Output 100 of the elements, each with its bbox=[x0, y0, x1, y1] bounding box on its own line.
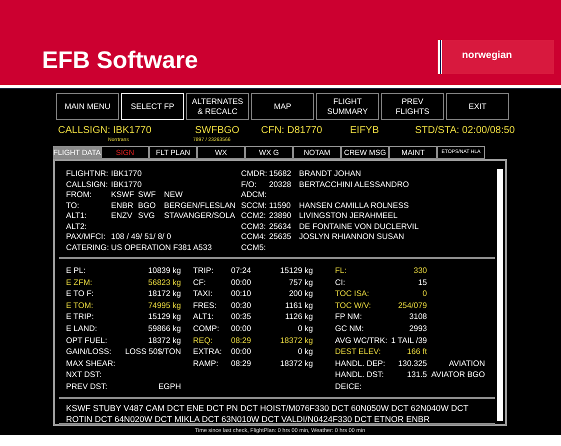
menu-button[interactable]: FLIGHT SUMMARY bbox=[316, 93, 379, 120]
fuel-time: 00:00 bbox=[231, 322, 249, 335]
crew-number: 11590 bbox=[269, 200, 292, 211]
menu-button[interactable]: MAP bbox=[251, 93, 314, 120]
field-label: ALT1: bbox=[66, 211, 88, 222]
field-label: FLIGHTNR: bbox=[66, 169, 110, 180]
field-label: MAX SHEAR: bbox=[66, 358, 116, 370]
logo-text: norwegian bbox=[462, 48, 512, 62]
crew-name: BRANDT JOHAN bbox=[299, 169, 362, 180]
field-value: 131.5 bbox=[406, 369, 427, 381]
field-value: 2993 bbox=[408, 322, 427, 335]
field-value: 130.325 bbox=[397, 358, 427, 370]
crew-role: CCM3: bbox=[241, 222, 267, 232]
crew-name: DE FONTAINE VON DUCLERVIL bbox=[299, 222, 419, 232]
callsign-label: CALLSIGN: IBK1770 bbox=[58, 125, 152, 136]
field-value: US OPERATION F381 A533 bbox=[111, 242, 212, 253]
crew-number: 23890 bbox=[269, 211, 292, 222]
fuel-time: 00:00 bbox=[231, 276, 249, 288]
field-value: LOSS 50$/TON bbox=[124, 346, 181, 358]
field-label: DEST ELEV: bbox=[335, 346, 382, 358]
crew-role: CCM2: bbox=[241, 211, 267, 222]
fuel-time: 00:00 bbox=[231, 346, 249, 358]
crew-number: 15682 bbox=[269, 169, 292, 180]
fuel-time: 00:10 bbox=[231, 288, 249, 300]
field-label: COMP: bbox=[193, 322, 220, 335]
fuel-time: 08:29 bbox=[231, 334, 249, 346]
field-label: CI: bbox=[335, 276, 346, 288]
field-value: 18172 kg bbox=[147, 288, 181, 300]
field-label: CATERING: bbox=[66, 242, 110, 253]
field-value: BGO bbox=[138, 200, 157, 211]
crew-name: BERTACCHINI ALESSANDRO bbox=[299, 180, 409, 190]
field-label: TAXI: bbox=[193, 288, 214, 300]
field-label: NXT DST: bbox=[66, 369, 102, 381]
crew-role: CCM5: bbox=[241, 242, 267, 253]
field-label: GAIN/LOSS: bbox=[66, 346, 112, 358]
field-label: EXTRA: bbox=[193, 346, 223, 358]
field-value: 15 bbox=[417, 276, 427, 288]
field-value: ENZV bbox=[111, 211, 134, 222]
field-value: STAVANGER/SOLA bbox=[164, 211, 236, 222]
field-label: TOC W/V: bbox=[335, 300, 372, 312]
crew-name: JOSLYN RHIANNON SUSAN bbox=[299, 232, 404, 242]
field-value: KSWF bbox=[111, 190, 136, 200]
scrollbar[interactable] bbox=[497, 169, 503, 421]
field-label: REQ: bbox=[193, 334, 214, 346]
route-code: SWFBGO bbox=[195, 125, 240, 136]
slide-title: EFB Software bbox=[42, 46, 198, 76]
cfn-label: CFN: D81770 bbox=[261, 125, 322, 136]
crew-role: ADCM: bbox=[241, 190, 268, 200]
crew-number: 25635 bbox=[269, 232, 292, 242]
schedule-label: STD/STA: 02:00/08:50 bbox=[415, 125, 515, 136]
menu-button[interactable]: SELECT FP bbox=[121, 93, 184, 120]
field-value: 18372 kg bbox=[147, 334, 181, 346]
field-value: BERGEN/FLESLAN bbox=[164, 200, 236, 211]
field-value: EGPH bbox=[157, 380, 181, 393]
fuel-time: 00:30 bbox=[231, 300, 249, 312]
field-value: ENBR bbox=[111, 200, 134, 211]
crew-number: 25634 bbox=[269, 222, 292, 232]
field-label: TOC ISA: bbox=[335, 288, 370, 300]
field-value: 3108 bbox=[408, 311, 427, 323]
field-label: E TOM: bbox=[66, 300, 94, 312]
field-label: OPT FUEL: bbox=[66, 334, 108, 346]
registration-label: EIFYB bbox=[350, 125, 379, 136]
crew-number: 20328 bbox=[269, 180, 292, 190]
fuel-time: 08:29 bbox=[231, 358, 249, 370]
field-value: 108 / 49/ 51/ 8/ 0 bbox=[111, 232, 172, 242]
field-value: 330 bbox=[412, 265, 427, 277]
field-value: 59866 kg bbox=[147, 322, 181, 335]
field-label: E ZFM: bbox=[66, 276, 94, 288]
field-value: 74995 kg bbox=[147, 300, 181, 312]
field-label: TO: bbox=[66, 200, 80, 211]
field-value: 254/079 bbox=[397, 300, 427, 312]
crew-name: LIVINGSTON JERAHMEEL bbox=[299, 211, 398, 222]
field-label: FP NM: bbox=[335, 311, 363, 323]
field-label: CF: bbox=[193, 276, 207, 288]
crew-role: SCCM: bbox=[241, 200, 268, 211]
menu-button[interactable]: PREV FLIGHTS bbox=[381, 93, 444, 120]
field-value: 1 TAIL /39 bbox=[391, 334, 427, 346]
field-value: SWF bbox=[138, 190, 157, 200]
crew-role: CMDR: bbox=[241, 169, 268, 180]
crew-role: F/O: bbox=[241, 180, 258, 190]
field-label: PAX/MFCI: bbox=[66, 232, 106, 242]
menu-button[interactable]: EXIT bbox=[446, 93, 509, 120]
field-label: ALT2: bbox=[66, 222, 88, 232]
field-label: TRIP: bbox=[193, 265, 214, 277]
field-label: DEICE: bbox=[335, 380, 363, 393]
route-text: KSWF STUBY V487 CAM DCT ENE DCT PN DCT HOIST/M076F330 DCT 60N050W DCT 62N040W DCT ROTIN DCT 64N020W DCT MIKLA DCT 63N010W DCT VALDI/N0424F330 DCT ETNOR ENBR bbox=[66, 403, 470, 425]
field-label: GC NM: bbox=[335, 322, 365, 335]
menu-button[interactable]: MAIN MENU bbox=[56, 93, 119, 120]
field-label: E TRIP: bbox=[66, 311, 95, 323]
field-label: FROM: bbox=[66, 190, 93, 200]
menu-button[interactable]: ALTERNATES & RECALC bbox=[186, 93, 249, 120]
field-label: CALLSIGN: bbox=[66, 180, 109, 190]
fuel-time: 07:24 bbox=[231, 265, 249, 277]
field-label: HANDL. DEP: bbox=[335, 358, 386, 370]
field-label: E TO F: bbox=[66, 288, 95, 300]
field-value: 15129 kg bbox=[147, 311, 181, 323]
field-value: NEW bbox=[164, 190, 183, 200]
fuel-time: 00:35 bbox=[231, 311, 249, 323]
field-value: 0 bbox=[422, 288, 427, 300]
handler-name: AVIATOR BGO bbox=[430, 369, 485, 381]
